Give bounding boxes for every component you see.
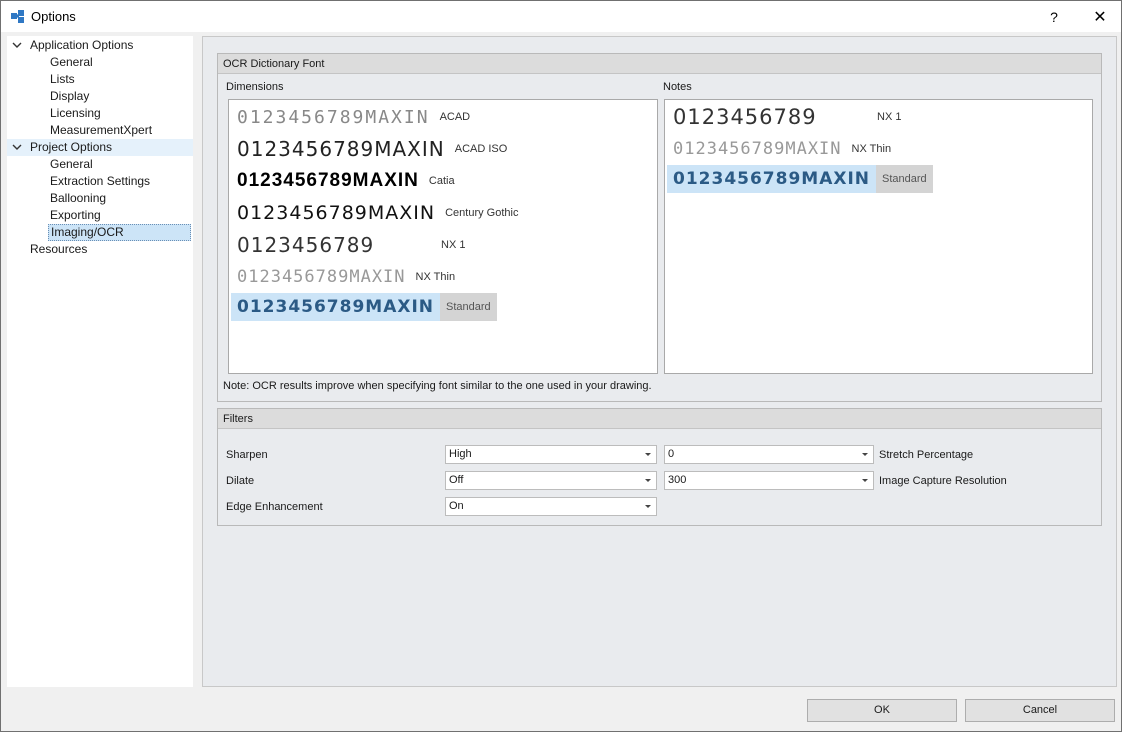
list-item-selected[interactable]: 0123456789MAXIN Standard <box>667 165 933 193</box>
font-name: NX 1 <box>877 111 902 123</box>
list-item-selected[interactable]: 0123456789MAXIN Standard <box>231 293 497 321</box>
help-button[interactable]: ? <box>1031 1 1077 32</box>
list-item[interactable]: 0123456789MAXIN ACAD ISO <box>231 135 507 163</box>
dilate-select[interactable]: Off <box>445 471 657 490</box>
image-capture-resolution-select[interactable]: 300 <box>664 471 874 490</box>
font-sample: 0123456789 <box>673 105 817 129</box>
window-title: Options <box>31 9 76 24</box>
title-bar: Options ? ✕ <box>1 1 1121 32</box>
font-sample: 0123456789MAXIN <box>673 139 842 159</box>
chevron-down-icon <box>862 453 868 456</box>
font-name: Standard <box>440 293 497 321</box>
tree-item-imaging-ocr[interactable]: Imaging/OCR <box>48 224 191 241</box>
font-sample: 0123456789MAXIN <box>237 137 445 161</box>
list-item[interactable]: 0123456789MAXIN NX Thin <box>231 263 455 291</box>
font-sample: 0123456789MAXIN <box>237 106 430 128</box>
content-panel: OCR Dictionary Font Dimensions Notes 012… <box>202 36 1117 687</box>
font-sample: 0123456789MAXIN <box>237 267 406 287</box>
ok-button[interactable]: OK <box>807 699 957 722</box>
dimensions-label: Dimensions <box>226 81 284 93</box>
font-sample: 0123456789MAXIN <box>667 165 877 193</box>
ocr-dictionary-font-group: OCR Dictionary Font Dimensions Notes 012… <box>217 53 1102 402</box>
list-item[interactable]: 0123456789 NX 1 <box>667 103 901 131</box>
sharpen-value: High <box>449 448 472 460</box>
list-item[interactable]: 0123456789MAXIN Century Gothic <box>231 199 518 227</box>
tree-item-extraction-settings[interactable]: Extraction Settings <box>50 173 150 190</box>
font-name: NX Thin <box>851 143 892 155</box>
list-item[interactable]: 0123456789MAXIN NX Thin <box>667 135 891 163</box>
puzzle-app-icon <box>11 10 24 23</box>
font-name: Catia <box>428 175 455 187</box>
tree-item-application-options[interactable]: Application Options <box>30 37 133 54</box>
font-name: Century Gothic <box>445 207 519 219</box>
chevron-down-icon <box>862 479 868 482</box>
list-item[interactable]: 0123456789MAXIN ACAD <box>231 103 470 131</box>
tree-item-lists[interactable]: Lists <box>50 71 75 88</box>
group-header: OCR Dictionary Font <box>218 54 1101 74</box>
font-name: Standard <box>876 165 933 193</box>
group-header: Filters <box>218 409 1101 429</box>
dilate-label: Dilate <box>226 475 255 487</box>
edge-enhancement-value: On <box>449 500 464 512</box>
edge-enhancement-select[interactable]: On <box>445 497 657 516</box>
notes-font-list[interactable]: 0123456789 NX 1 0123456789MAXIN NX Thin … <box>664 99 1093 374</box>
chevron-down-icon <box>645 479 651 482</box>
font-sample: 0123456789 <box>237 233 375 257</box>
chevron-down-icon[interactable] <box>12 40 22 50</box>
options-dialog: Options ? ✕ Application Options General … <box>0 0 1122 732</box>
tree-item-project-general[interactable]: General <box>50 156 93 173</box>
font-sample: 0123456789MAXIN <box>237 202 436 224</box>
tree-item-measurementxpert[interactable]: MeasurementXpert <box>50 122 152 139</box>
ocr-note: Note: OCR results improve when specifyin… <box>223 380 652 392</box>
sharpen-label: Sharpen <box>226 449 268 461</box>
tree-item-project-options[interactable]: Project Options <box>30 139 112 156</box>
notes-label: Notes <box>663 81 692 93</box>
font-sample: 0123456789MAXIN <box>237 170 419 191</box>
font-name: NX Thin <box>415 271 456 283</box>
dimensions-font-list[interactable]: 0123456789MAXIN ACAD 0123456789MAXIN ACA… <box>228 99 658 374</box>
list-item[interactable]: 0123456789MAXIN Catia <box>231 167 455 195</box>
image-capture-resolution-label: Image Capture Resolution <box>879 475 1007 487</box>
tree-item-exporting[interactable]: Exporting <box>50 207 101 224</box>
font-name: ACAD <box>439 111 471 123</box>
edge-enhancement-label: Edge Enhancement <box>226 501 323 513</box>
font-name: ACAD ISO <box>454 143 508 155</box>
tree-item-resources[interactable]: Resources <box>30 241 87 258</box>
stretch-percentage-label: Stretch Percentage <box>879 449 974 461</box>
sharpen-select[interactable]: High <box>445 445 657 464</box>
font-name: NX 1 <box>441 239 466 251</box>
font-sample: 0123456789MAXIN <box>231 293 441 321</box>
filters-group: Filters Sharpen High 0 Stretch Percentag… <box>217 408 1102 526</box>
resolution-value: 300 <box>668 474 687 486</box>
tree-item-licensing[interactable]: Licensing <box>50 105 101 122</box>
dilate-value: Off <box>449 474 464 486</box>
options-tree: Application Options General Lists Displa… <box>7 36 193 687</box>
chevron-down-icon[interactable] <box>12 142 22 152</box>
chevron-down-icon <box>645 453 651 456</box>
stretch-percentage-select[interactable]: 0 <box>664 445 874 464</box>
tree-item-ballooning[interactable]: Ballooning <box>50 190 106 207</box>
list-item[interactable]: 0123456789 NX 1 <box>231 231 465 259</box>
cancel-button[interactable]: Cancel <box>965 699 1115 722</box>
tree-item-general[interactable]: General <box>50 54 93 71</box>
stretch-value: 0 <box>668 448 675 460</box>
tree-item-display[interactable]: Display <box>50 88 89 105</box>
chevron-down-icon <box>645 505 651 508</box>
close-button[interactable]: ✕ <box>1077 1 1122 32</box>
